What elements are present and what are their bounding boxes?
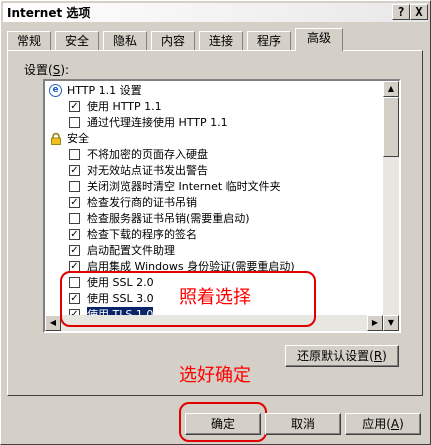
checkbox-checked[interactable]: ✓ bbox=[69, 245, 80, 256]
close-button[interactable]: X bbox=[410, 4, 428, 20]
checkbox-unchecked[interactable] bbox=[69, 181, 80, 192]
tab-programs[interactable]: 程序 bbox=[247, 31, 291, 50]
scroll-up-icon[interactable]: ▲ bbox=[383, 81, 399, 97]
scroll-right-icon[interactable]: ▶ bbox=[367, 315, 383, 331]
window-title: Internet 选项 bbox=[7, 6, 91, 20]
settings-label: 设置(S): bbox=[24, 63, 70, 77]
help-button[interactable]: ? bbox=[392, 4, 410, 20]
cancel-button[interactable]: 取消 bbox=[265, 413, 341, 435]
checkbox-checked[interactable]: ✓ bbox=[69, 101, 80, 112]
checkbox-checked[interactable]: ✓ bbox=[69, 229, 80, 240]
vertical-scrollbar[interactable]: ▲ ▼ bbox=[383, 81, 399, 331]
advanced-panel: 设置(S): e HTTP 1.1 设置 ✓ 使用 HTTP 1.1 通过代理连… bbox=[7, 50, 423, 396]
checkbox-checked[interactable]: ✓ bbox=[69, 197, 80, 208]
ok-button[interactable]: 确定 bbox=[185, 413, 261, 435]
apply-button[interactable]: 应用(A) bbox=[345, 413, 421, 435]
annotation-confirm-text: 选好确定 bbox=[179, 365, 251, 386]
annotation-select-text: 照着选择 bbox=[179, 287, 251, 308]
tab-general[interactable]: 常规 bbox=[7, 31, 51, 50]
tab-advanced[interactable]: 高级 bbox=[295, 28, 343, 51]
scroll-left-icon[interactable]: ◀ bbox=[45, 315, 61, 331]
title-bar[interactable]: Internet 选项 ? X bbox=[3, 3, 428, 22]
restore-defaults-button[interactable]: 还原默认设置(R) bbox=[285, 345, 399, 367]
scroll-down-icon[interactable]: ▼ bbox=[383, 315, 399, 331]
checkbox-unchecked[interactable] bbox=[69, 149, 80, 160]
lock-icon bbox=[51, 133, 61, 145]
ie-globe-icon: e bbox=[49, 84, 62, 97]
internet-options-dialog: Internet 选项 ? X 常规 安全 隐私 内容 连接 程序 高级 设置(… bbox=[0, 0, 431, 445]
tab-security[interactable]: 安全 bbox=[55, 31, 99, 50]
checkbox-unchecked[interactable] bbox=[69, 213, 80, 224]
checkbox-unchecked[interactable] bbox=[69, 117, 80, 128]
scroll-thumb[interactable] bbox=[383, 97, 399, 157]
tab-privacy[interactable]: 隐私 bbox=[103, 31, 147, 50]
tab-connections[interactable]: 连接 bbox=[199, 31, 243, 50]
checkbox-checked[interactable]: ✓ bbox=[69, 165, 80, 176]
tab-content[interactable]: 内容 bbox=[151, 31, 195, 50]
